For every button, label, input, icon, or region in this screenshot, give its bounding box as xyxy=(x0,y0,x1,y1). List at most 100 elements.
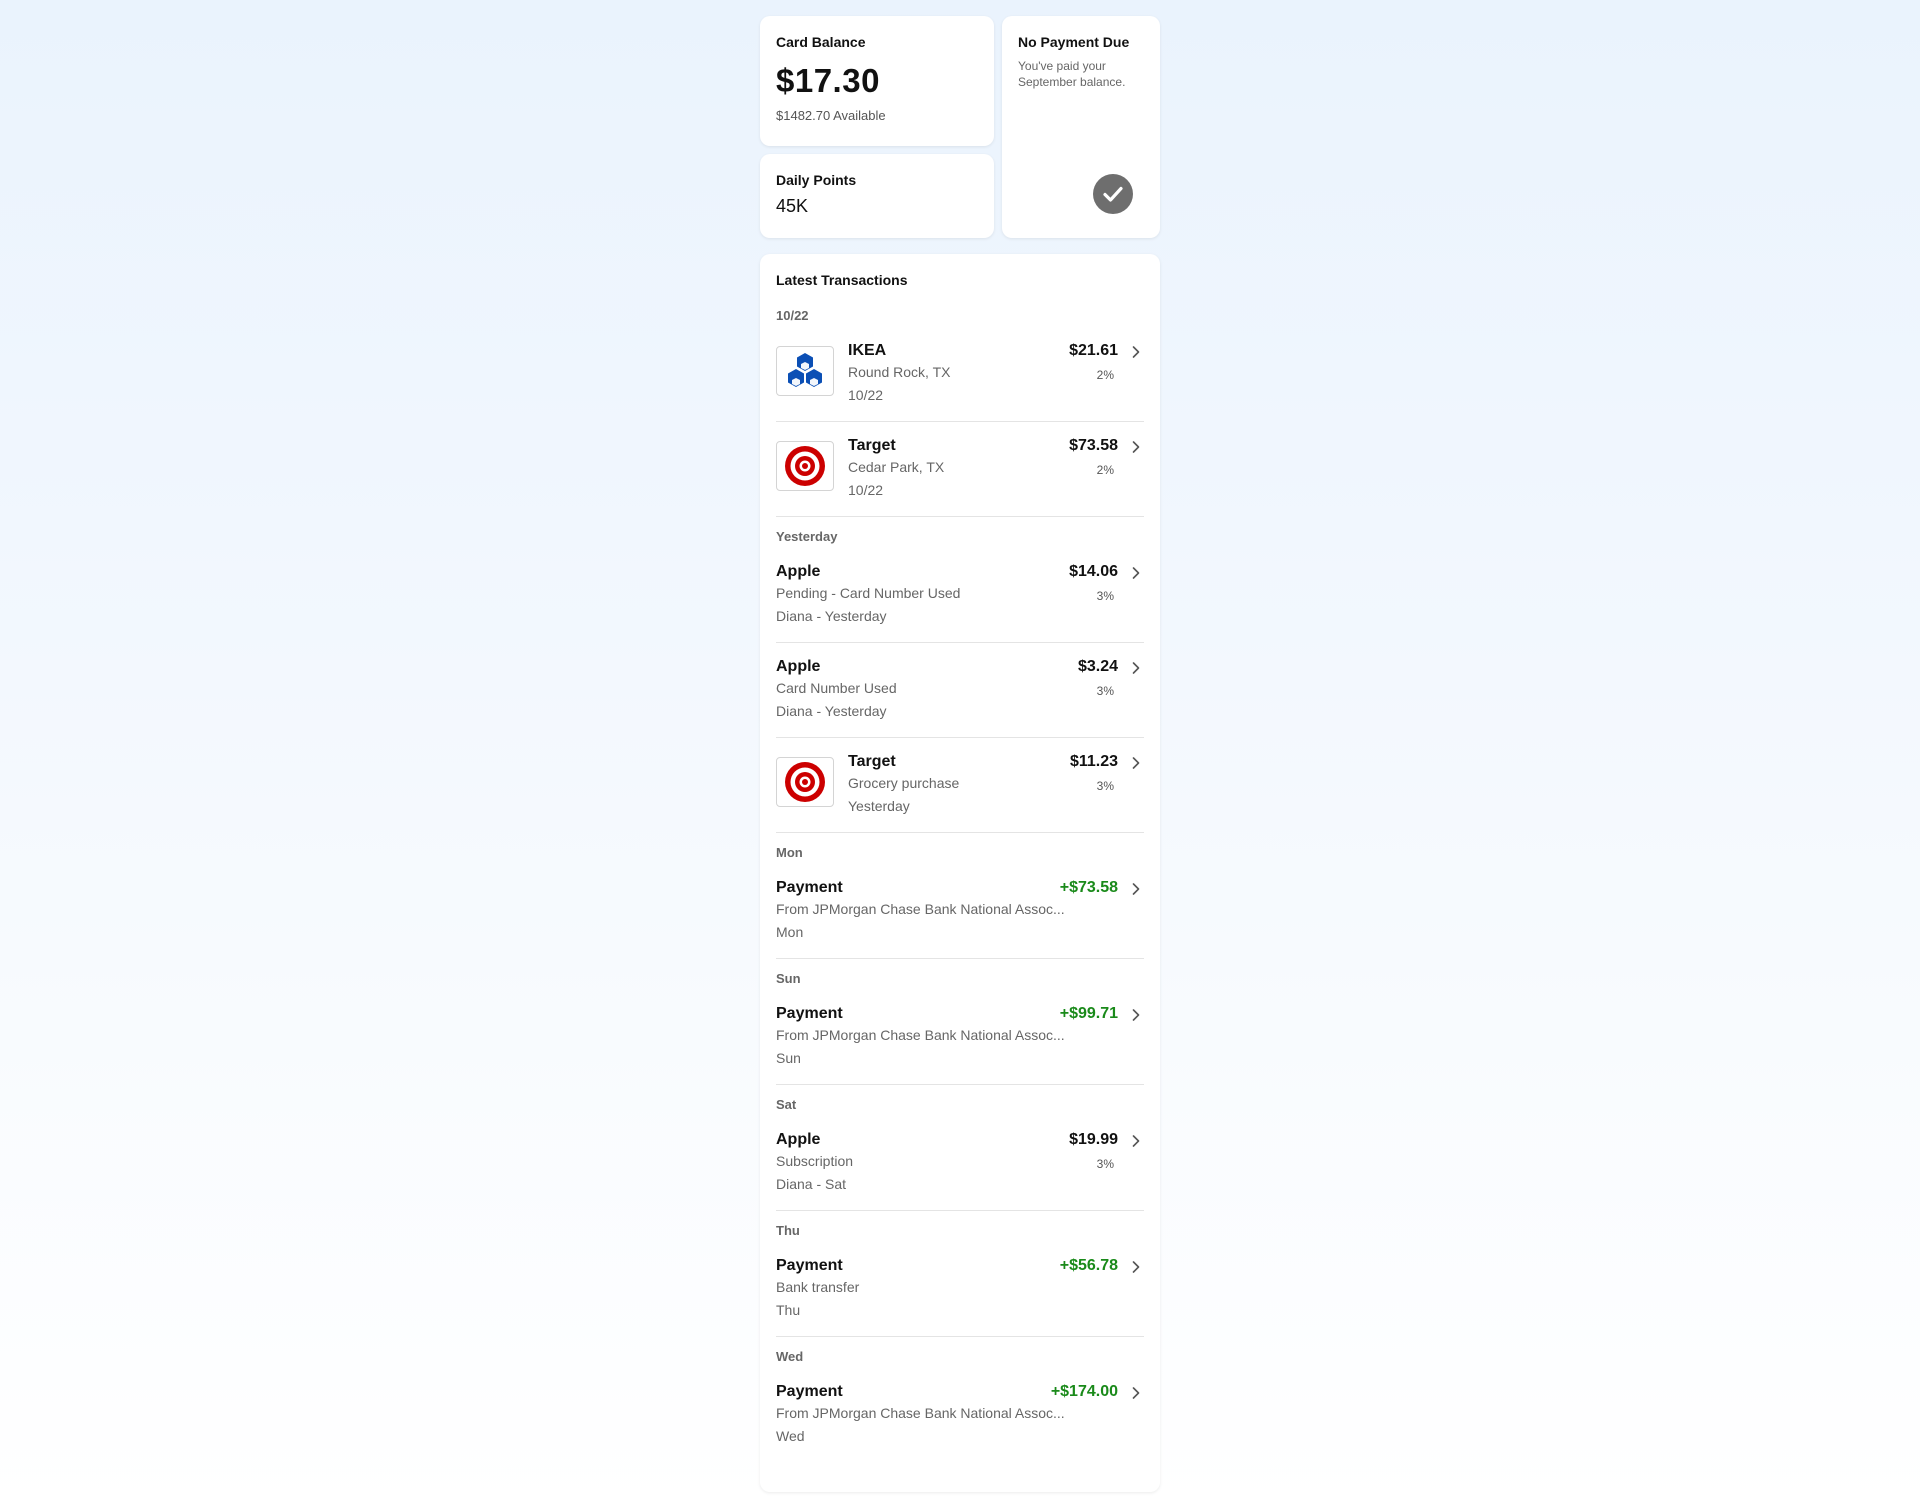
date-group-label: 10/22 xyxy=(776,308,809,323)
cashback-percent: 3% xyxy=(1096,779,1114,793)
transaction-date: Mon xyxy=(776,924,804,940)
payment-status-card[interactable]: No Payment Due You've paid your Septembe… xyxy=(1002,16,1160,238)
chevron-right-icon[interactable] xyxy=(1130,1260,1142,1274)
transaction-row[interactable]: Payment From JPMorgan Chase Bank National… xyxy=(776,1368,1144,1463)
date-group-label: Wed xyxy=(776,1349,804,1364)
ikea-logo-icon xyxy=(776,346,834,396)
transaction-row[interactable]: Payment From JPMorgan Chase Bank National… xyxy=(776,990,1144,1085)
transaction-details: Apple Card Number Used Diana - Yesterday xyxy=(776,657,897,723)
transaction-amount: $14.06 xyxy=(1069,563,1118,580)
transaction-description: From JPMorgan Chase Bank National Assoc.… xyxy=(776,1027,1065,1043)
chevron-right-icon[interactable] xyxy=(1130,566,1142,580)
merchant-name: IKEA xyxy=(848,342,887,359)
transaction-amount: $19.99 xyxy=(1069,1131,1118,1148)
transaction-description: Round Rock, TX xyxy=(848,364,951,380)
transaction-date: Diana - Yesterday xyxy=(776,608,887,624)
transaction-description: Subscription xyxy=(776,1153,854,1169)
latest-transactions-title: Latest Transactions xyxy=(776,272,908,288)
date-group-label: Mon xyxy=(776,845,803,860)
date-group-label: Sun xyxy=(776,971,801,986)
chevron-right-icon[interactable] xyxy=(1130,1008,1142,1022)
merchant-name: Apple xyxy=(776,1131,821,1148)
transaction-amount: +$73.58 xyxy=(1059,879,1118,896)
cashback-percent: 3% xyxy=(1096,589,1114,603)
transaction-amount: +$174.00 xyxy=(1050,1383,1118,1400)
transaction-row[interactable]: Target Cedar Park, TX 10/22 $73.58 2% xyxy=(776,422,1144,517)
transaction-details: Apple Pending - Card Number Used Diana - Y… xyxy=(776,562,960,628)
transaction-description: From JPMorgan Chase Bank National Assoc.… xyxy=(776,901,1065,917)
card-balance-title: Card Balance xyxy=(776,34,866,50)
merchant-name: Target xyxy=(848,437,896,454)
cashback-percent: 3% xyxy=(1096,1157,1114,1171)
transactions-list: 10/22 IKEA Round Rock, TX 10/22 $21.61 2% Targ… xyxy=(776,308,1144,1463)
date-group-label: Sat xyxy=(776,1097,797,1112)
date-group-label: Yesterday xyxy=(776,529,838,544)
available-credit: $1482.70 Available xyxy=(776,108,886,123)
transaction-row[interactable]: Apple Subscription Diana - Sat $19.99 3% xyxy=(776,1116,1144,1211)
merchant-name: Payment xyxy=(776,1005,843,1022)
transaction-description: From JPMorgan Chase Bank National Assoc.… xyxy=(776,1405,1065,1421)
transaction-date: Wed xyxy=(776,1428,805,1444)
card-balance-amount: $17.30 xyxy=(776,62,880,99)
transaction-details: Target Cedar Park, TX 10/22 xyxy=(848,436,944,502)
chevron-right-icon[interactable] xyxy=(1130,661,1142,675)
transaction-amount: +$99.71 xyxy=(1059,1005,1118,1022)
transaction-details: Payment Bank transfer Thu xyxy=(776,1256,859,1322)
transaction-amount: +$56.78 xyxy=(1059,1257,1118,1274)
card-balance-card[interactable]: Card Balance $17.30 $1482.70 Available xyxy=(760,16,994,146)
chevron-right-icon[interactable] xyxy=(1130,1134,1142,1148)
transaction-description: Grocery purchase xyxy=(848,775,960,791)
merchant-name: Apple xyxy=(776,563,821,580)
merchant-name: Payment xyxy=(776,1383,843,1400)
chevron-right-icon[interactable] xyxy=(1130,756,1142,770)
payment-status-title: No Payment Due xyxy=(1018,34,1130,50)
transaction-amount: $73.58 xyxy=(1069,437,1118,454)
transaction-date: Thu xyxy=(776,1302,801,1318)
transaction-description: Pending - Card Number Used xyxy=(776,585,961,601)
transaction-date: Sun xyxy=(776,1050,801,1066)
transaction-description: Bank transfer xyxy=(776,1279,860,1295)
transaction-amount: $21.61 xyxy=(1069,342,1118,359)
transaction-row[interactable]: Payment From JPMorgan Chase Bank National… xyxy=(776,864,1144,959)
date-group-label: Thu xyxy=(776,1223,800,1238)
transaction-date: 10/22 xyxy=(848,482,884,498)
transaction-details: Target Grocery purchase Yesterday xyxy=(848,752,959,818)
transaction-date: Diana - Yesterday xyxy=(776,703,887,719)
daily-points-title: Daily Points xyxy=(776,172,857,188)
transaction-row[interactable]: Payment Bank transfer Thu +$56.78 xyxy=(776,1242,1144,1337)
merchant-name: Payment xyxy=(776,1257,843,1274)
transaction-row[interactable]: Target Grocery purchase Yesterday $11.23 3% xyxy=(776,738,1144,833)
payment-status-subtitle: You've paid your September balance. xyxy=(1018,59,1126,89)
transaction-date: 10/22 xyxy=(848,387,884,403)
merchant-name: Apple xyxy=(776,658,821,675)
transaction-details: Payment From JPMorgan Chase Bank National… xyxy=(776,1382,1065,1448)
transaction-description: Card Number Used xyxy=(776,680,897,696)
transaction-amount: $3.24 xyxy=(1077,658,1118,675)
target-logo-icon xyxy=(776,441,834,491)
chevron-right-icon[interactable] xyxy=(1130,440,1142,454)
transaction-row[interactable]: IKEA Round Rock, TX 10/22 $21.61 2% xyxy=(776,327,1144,422)
transaction-details: Payment From JPMorgan Chase Bank National… xyxy=(776,1004,1065,1070)
chevron-right-icon[interactable] xyxy=(1130,1386,1142,1400)
merchant-name: Payment xyxy=(776,879,843,896)
transaction-details: IKEA Round Rock, TX 10/22 xyxy=(848,341,950,407)
latest-transactions-card: Latest Transactions 10/22 IKEA Round Rock,… xyxy=(760,254,1160,1492)
transaction-row[interactable]: Apple Pending - Card Number Used Diana - Y… xyxy=(776,548,1144,643)
target-logo-icon xyxy=(776,757,834,807)
transaction-details: Apple Subscription Diana - Sat xyxy=(776,1130,853,1196)
transaction-date: Diana - Sat xyxy=(776,1176,847,1192)
chevron-right-icon[interactable] xyxy=(1130,882,1142,896)
transaction-description: Cedar Park, TX xyxy=(848,459,945,475)
daily-points-card[interactable]: Daily Points 45K xyxy=(760,154,994,238)
chevron-right-icon[interactable] xyxy=(1130,345,1142,359)
merchant-name: Target xyxy=(848,753,896,770)
transaction-row[interactable]: Apple Card Number Used Diana - Yesterday $3… xyxy=(776,643,1144,738)
transaction-date: Yesterday xyxy=(848,798,910,814)
cashback-percent: 3% xyxy=(1096,684,1114,698)
cashback-percent: 2% xyxy=(1096,463,1114,477)
